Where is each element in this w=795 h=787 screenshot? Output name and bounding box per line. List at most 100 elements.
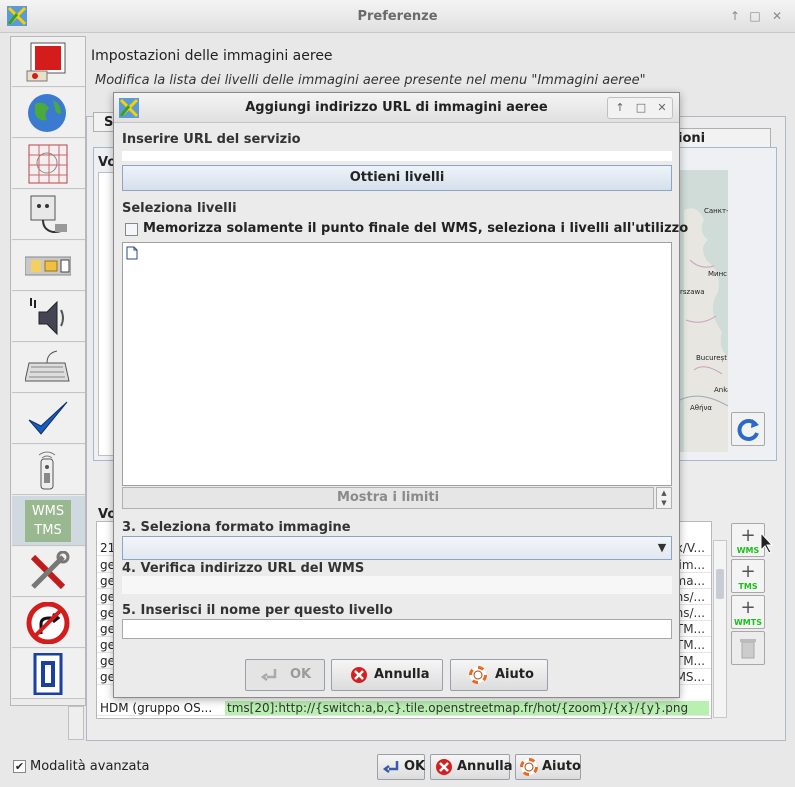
validator-checkmark-icon: [28, 401, 68, 435]
no-turn-icon: [26, 602, 70, 644]
help-lifebuoy-icon: [520, 758, 538, 776]
dialog-cancel-label: Annulla: [374, 667, 430, 682]
show-bounds-button[interactable]: Mostra i limiti: [122, 487, 654, 509]
cancel-button[interactable]: Annulla: [430, 754, 513, 780]
keyboard-icon: [25, 350, 70, 382]
cancel-icon: [351, 667, 367, 683]
layers-tree[interactable]: [122, 242, 672, 486]
table-cell-name: HDM (gruppo OS...: [100, 701, 213, 715]
ok-label: OK: [404, 759, 426, 774]
dialog-titlebar: Aggiungi indirizzo URL di immagini aeree…: [114, 93, 679, 123]
tab-imagery-options[interactable]: ioni: [675, 128, 771, 148]
table-scrollbar[interactable]: [713, 540, 727, 718]
page-title: Impostazioni delle immagini aeree: [91, 48, 333, 64]
remote-control-icon: [38, 451, 56, 490]
service-url-label: Inserire URL del servizio: [122, 132, 301, 147]
service-url-input[interactable]: [122, 151, 672, 161]
dialog-minimize-button[interactable]: ↑: [613, 101, 627, 115]
imagery-tab-tms-label: TMS: [34, 523, 62, 538]
image-format-label: 3. Seleziona formato immagine: [122, 520, 351, 535]
scrollbar-thumb[interactable]: [716, 569, 724, 599]
map-label: Αθήνα: [690, 404, 713, 412]
map-label: Санкт-: [704, 207, 728, 215]
tools-icon: [30, 551, 70, 590]
table-cell-url: tms[20]:http://{switch:a,b,c}.tile.opens…: [225, 701, 709, 715]
display-settings-icon: [26, 42, 66, 82]
imagery-tab-wms-label: WMS: [31, 504, 65, 519]
add-wmts-icon: +: [740, 597, 756, 618]
tab-advanced-preferences[interactable]: [12, 649, 85, 699]
verify-wms-url-label: 4. Verifica indirizzo URL del WMS: [122, 561, 365, 576]
ok-icon: [382, 761, 399, 773]
table-row-hdm[interactable]: HDM (gruppo OS... tms[20]:http://{switch…: [97, 700, 711, 716]
help-lifebuoy-icon: [469, 666, 487, 684]
window-titlebar: Preferenze ↑ □ ✕: [0, 0, 795, 33]
coverage-map[interactable]: Санкт- Минс rszawa Bucureșt Ankara Αθήνα: [680, 170, 728, 452]
mouse-cursor-icon: [760, 532, 774, 554]
dialog-ok-label: OK: [290, 667, 312, 682]
tab-turn-restrictions[interactable]: [12, 598, 85, 648]
add-wmts-button[interactable]: + WMTS: [731, 595, 765, 629]
get-layers-button[interactable]: Ottieni livelli: [122, 165, 672, 191]
dialog-ok-button[interactable]: OK: [245, 659, 325, 691]
store-endpoint-only-label: Memorizza solamente il punto finale del …: [143, 221, 689, 236]
delete-entry-button[interactable]: [731, 631, 765, 665]
refresh-button[interactable]: [731, 412, 765, 446]
bounds-spinner[interactable]: ▲ ▼: [656, 487, 672, 509]
tab-toolbar[interactable]: [12, 241, 85, 291]
tab-display[interactable]: [12, 37, 85, 87]
window-title: Preferenze: [357, 9, 438, 24]
advanced-mode-checkbox[interactable]: ✔: [13, 760, 26, 773]
wms-url-preview: [122, 576, 672, 594]
imagery-wms-tms-icon: WMS TMS: [25, 500, 71, 542]
tab-validator[interactable]: [12, 394, 85, 444]
window-close-button[interactable]: ✕: [769, 8, 785, 24]
tab-plugins[interactable]: [12, 190, 85, 240]
window-minimize-button[interactable]: ↑: [727, 8, 743, 24]
help-button[interactable]: Aiuto: [515, 754, 581, 780]
image-format-select[interactable]: ▼: [122, 536, 672, 560]
chevron-down-icon: ▼: [657, 541, 667, 554]
plugin-icon: [30, 195, 67, 234]
tab-remote-control[interactable]: [12, 445, 85, 495]
tab-shortcuts[interactable]: [12, 343, 85, 393]
ok-button[interactable]: OK: [377, 754, 425, 780]
add-imagery-url-dialog: Aggiungi indirizzo URL di immagini aeree…: [113, 92, 688, 698]
dialog-maximize-button[interactable]: □: [634, 101, 648, 115]
audio-icon: [30, 298, 64, 336]
cancel-icon: [436, 759, 452, 775]
dialog-title: Aggiungi indirizzo URL di immagini aeree: [245, 100, 548, 115]
map-label: Ankara: [714, 386, 728, 394]
folder-toolbar-icon: [25, 256, 71, 276]
tab-projection[interactable]: [12, 139, 85, 189]
cancel-label: Annulla: [457, 759, 513, 774]
dialog-help-label: Aiuto: [495, 667, 534, 682]
advanced-zero-icon: [33, 653, 63, 695]
tab-connection[interactable]: [12, 88, 85, 138]
store-endpoint-only-checkbox[interactable]: [125, 223, 138, 236]
ok-icon: [260, 669, 277, 681]
dialog-cancel-button[interactable]: Annulla: [331, 659, 443, 691]
map-label: Минс: [708, 270, 728, 278]
layer-name-input[interactable]: [122, 619, 672, 639]
document-icon: [126, 246, 138, 260]
tab-imagery[interactable]: WMS TMS: [12, 496, 85, 546]
tab-advanced-tools[interactable]: [12, 547, 85, 597]
map-label: Bucureșt: [696, 354, 727, 362]
layer-name-label: 5. Inserisci il nome per questo livello: [122, 603, 393, 618]
tab-audio[interactable]: [12, 292, 85, 342]
projection-grid-icon: [28, 144, 68, 184]
page-description: Modifica la lista dei livelli delle imma…: [95, 73, 646, 88]
add-tms-icon: +: [740, 561, 756, 582]
refresh-icon: [737, 419, 759, 441]
add-tms-label: TMS: [738, 582, 758, 591]
dialog-help-button[interactable]: Aiuto: [450, 659, 548, 691]
add-tms-button[interactable]: + TMS: [731, 559, 765, 593]
advanced-mode-label: Modalità avanzata: [30, 759, 150, 774]
window-maximize-button[interactable]: □: [747, 8, 763, 24]
preferences-tab-column: WMS TMS: [10, 36, 86, 706]
dialog-close-button[interactable]: ✕: [655, 101, 669, 115]
tab-column-scroll[interactable]: [68, 706, 84, 740]
select-layers-label: Seleziona livelli: [122, 201, 237, 216]
help-label: Aiuto: [542, 759, 581, 774]
